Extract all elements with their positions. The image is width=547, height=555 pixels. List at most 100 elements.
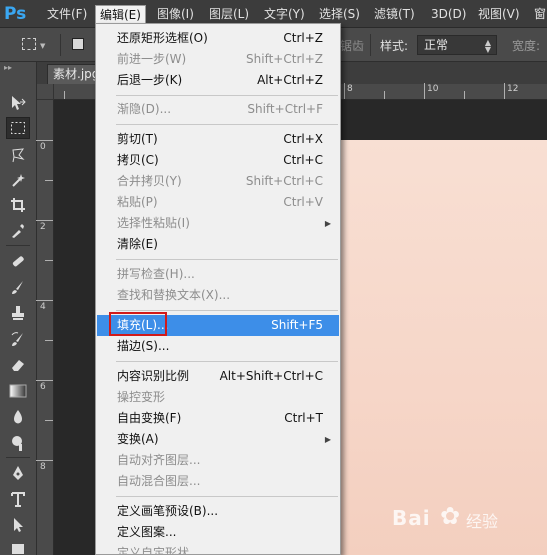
style-label: 样式: [380,39,409,53]
menu-separator [116,124,338,125]
ruler-tick [45,340,53,341]
watermark-suffix: 经验 [466,512,499,531]
menu-item-transform[interactable]: 变换(A) ▶ [97,429,339,450]
move-tool-icon[interactable] [6,92,30,114]
menu-item-free-transform[interactable]: 自由变换(F) Ctrl+T [97,408,339,429]
edit-menu-dropdown: 还原矩形选框(O) Ctrl+Z 前进一步(W) Shift+Ctrl+Z 后退… [95,23,341,555]
path-selection-tool-icon[interactable] [6,514,30,536]
anti-alias-label: 锯齿 [340,39,365,53]
submenu-arrow-icon: ▶ [324,435,331,444]
menu-item-define-custom-shape[interactable]: 定义自定形状... [97,543,339,554]
ruler-tick [45,260,53,261]
menu-item-check-spelling[interactable]: 拼写检查(H)... [97,264,339,285]
watermark-text: Bai [392,506,431,530]
menu-file[interactable]: 文件(F) [43,5,91,24]
menu-item-content-aware-scale[interactable]: 内容识别比例 Alt+Shift+Ctrl+C [97,366,339,387]
menu-layer[interactable]: 图层(L) [205,5,253,24]
menu-filter[interactable]: 滤镜(T) [370,5,419,24]
ruler-tick [64,91,65,99]
options-divider [60,34,61,56]
menu-item-copy[interactable]: 拷贝(C) Ctrl+C [97,150,339,171]
ruler-label: 4 [40,302,46,312]
menu-item-define-pattern[interactable]: 定义图案... [97,522,339,543]
ruler-label: 8 [40,462,46,472]
menu-item-step-backward[interactable]: 后退一步(K) Alt+Ctrl+Z [97,70,339,91]
menu-item-find-replace[interactable]: 查找和替换文本(X)... [97,285,339,306]
menu-item-auto-align-layers[interactable]: 自动对齐图层... [97,450,339,471]
menu-item-undo[interactable]: 还原矩形选框(O) Ctrl+Z [97,28,339,49]
ruler-tick [464,91,465,99]
ruler-tick [344,83,345,99]
menu-item-cut[interactable]: 剪切(T) Ctrl+X [97,129,339,150]
ruler-origin[interactable] [37,84,54,100]
submenu-arrow-icon: ▶ [324,219,331,228]
ruler-tick [45,180,53,181]
ruler-label: 6 [40,382,46,392]
blur-tool-icon[interactable] [6,406,30,428]
image-canvas[interactable] [340,140,547,555]
clone-stamp-tool-icon[interactable] [6,302,30,324]
eraser-tool-icon[interactable] [6,354,30,376]
chevron-updown-icon: ▲ ▼ [484,38,491,54]
eyedropper-tool-icon[interactable] [6,220,30,242]
history-brush-tool-icon[interactable] [6,328,30,350]
ruler-label: 8 [347,84,353,94]
paw-icon: ✿ [440,502,461,530]
photoshop-logo: Ps [4,4,27,24]
new-selection-icon[interactable] [72,38,84,50]
crop-tool-icon[interactable] [6,194,30,216]
menu-item-define-brush[interactable]: 定义画笔预设(B)... [97,501,339,522]
brush-tool-icon[interactable] [6,276,30,298]
gradient-tool-icon[interactable] [6,380,30,402]
width-label: 宽度: [512,39,541,53]
menu-item-auto-blend-layers[interactable]: 自动混合图层... [97,471,339,492]
toolbox-divider [6,457,30,458]
toolbox-collapse-icon[interactable]: ▸▸ [4,64,32,72]
toolbox-divider [6,245,30,246]
menu-item-copy-merged[interactable]: 合并拷贝(Y) Shift+Ctrl+C [97,171,339,192]
ruler-label: 10 [427,84,439,94]
menu-window[interactable]: 窗 [530,5,547,24]
menu-separator [116,310,338,311]
magic-wand-tool-icon[interactable] [6,169,30,191]
rectangular-marquee-tool-icon[interactable] [6,117,30,139]
menu-separator [116,259,338,260]
menu-3d[interactable]: 3D(D) [427,5,470,24]
options-divider [370,34,371,56]
style-select-value: 正常 [424,38,449,52]
baidu-watermark: Bai ✿ 经验 [392,500,542,540]
ruler-tick [424,83,425,99]
menu-item-stroke[interactable]: 描边(S)... [97,336,339,357]
healing-brush-tool-icon[interactable] [6,250,30,272]
ruler-tick [45,420,53,421]
type-tool-icon[interactable] [6,488,30,510]
marquee-preset-icon[interactable] [22,38,36,50]
menu-item-puppet-warp[interactable]: 操控变形 [97,387,339,408]
menu-item-paste[interactable]: 粘贴(P) Ctrl+V [97,192,339,213]
menu-select[interactable]: 选择(S) [315,5,364,24]
menu-item-fade[interactable]: 渐隐(D)... Shift+Ctrl+F [97,99,339,120]
menu-item-step-forward[interactable]: 前进一步(W) Shift+Ctrl+Z [97,49,339,70]
menu-separator [116,361,338,362]
ruler-tick [36,140,53,141]
ruler-tick [384,91,385,99]
menu-image[interactable]: 图像(I) [153,5,198,24]
style-select[interactable]: 正常 ▲ ▼ [417,35,497,55]
dodge-tool-icon[interactable] [6,432,30,454]
ruler-vertical[interactable]: 0 2 4 6 8 [36,100,54,555]
menu-type[interactable]: 文字(Y) [260,5,309,24]
menu-separator [116,496,338,497]
ruler-tick [36,300,53,301]
ruler-label: 0 [40,142,46,152]
pen-tool-icon[interactable] [6,462,30,484]
rectangle-shape-tool-icon[interactable] [6,538,30,555]
menu-edit[interactable]: 编辑(E) [95,5,146,24]
menu-item-clear[interactable]: 清除(E) [97,234,339,255]
lasso-tool-icon[interactable] [6,144,30,166]
ruler-label: 2 [40,222,46,232]
menu-item-paste-special[interactable]: 选择性粘贴(I) ▶ [97,213,339,234]
preset-dropdown-icon[interactable]: ▼ [40,42,45,50]
ruler-tick [504,83,505,99]
annotation-highlight-box [109,312,167,336]
menu-view[interactable]: 视图(V) [474,5,524,24]
